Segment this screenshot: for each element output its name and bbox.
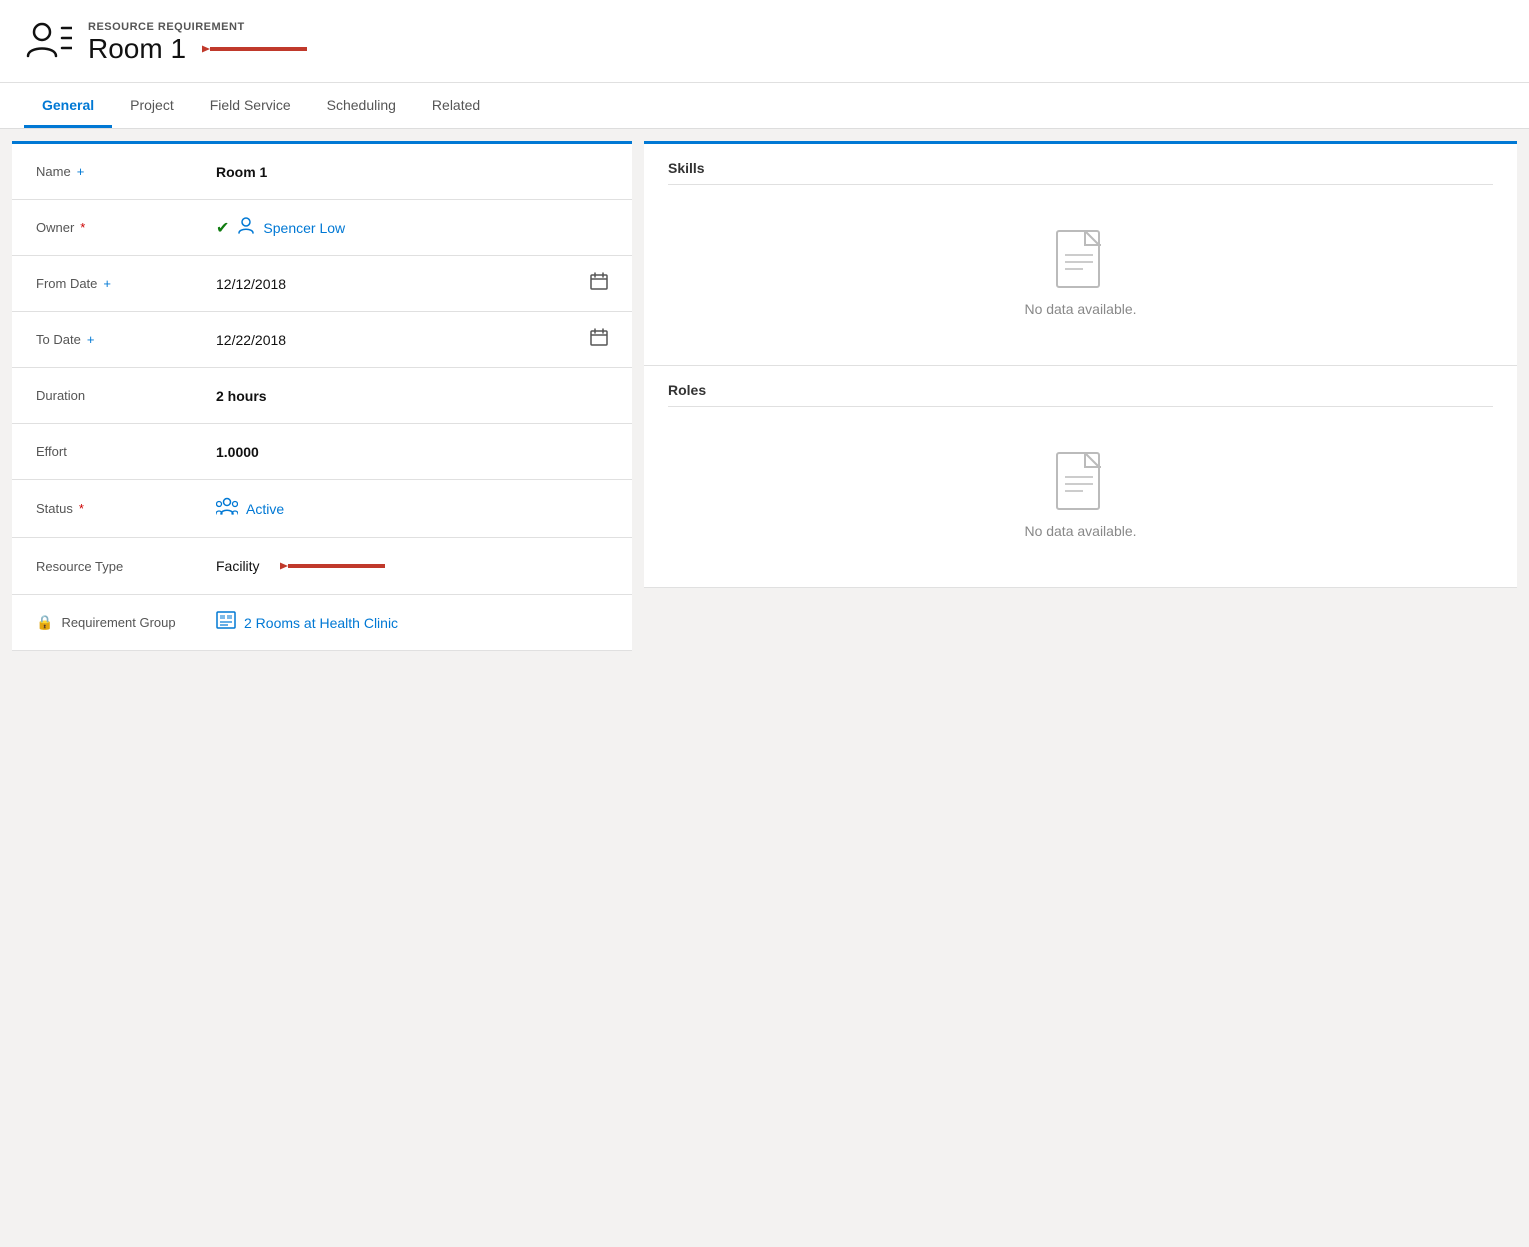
- skills-section: Skills No data available.: [644, 144, 1517, 366]
- right-panel: Skills No data available. Roles: [644, 141, 1517, 588]
- tab-field-service[interactable]: Field Service: [192, 83, 309, 128]
- field-from-date-value: 12/12/2018: [216, 272, 608, 295]
- field-effort-value[interactable]: 1.0000: [216, 444, 608, 460]
- field-name-row: Name + Room 1: [12, 144, 632, 200]
- field-status-value: Active: [216, 496, 608, 521]
- roles-no-data-text: No data available.: [1024, 523, 1136, 539]
- roles-section-title: Roles: [668, 382, 1493, 407]
- owner-verified-icon: ✔: [216, 218, 229, 238]
- field-requirement-group-value: 2 Rooms at Health Clinic: [216, 611, 608, 634]
- skills-no-data: No data available.: [668, 197, 1493, 349]
- header-text-block: RESOURCE REQUIREMENT Room 1: [88, 21, 312, 65]
- header-title-row: Room 1: [88, 33, 312, 65]
- field-effort-label: Effort: [36, 444, 216, 459]
- skills-empty-icon: [1055, 229, 1107, 289]
- from-date-required-indicator: +: [103, 276, 111, 291]
- main-content: Name + Room 1 Owner * ✔ Spencer Low: [0, 129, 1529, 663]
- lock-icon: 🔒: [36, 614, 53, 631]
- owner-person-icon: [237, 216, 255, 239]
- header-subtitle: RESOURCE REQUIREMENT: [88, 21, 312, 33]
- requirement-group-link[interactable]: 2 Rooms at Health Clinic: [244, 615, 398, 631]
- field-duration-label: Duration: [36, 388, 216, 403]
- field-owner-value: ✔ Spencer Low: [216, 216, 608, 239]
- resource-requirement-icon: [24, 16, 72, 70]
- field-requirement-group-row: 🔒 Requirement Group 2 Rooms at Health Cl…: [12, 595, 632, 651]
- title-arrow-annotation: [202, 35, 312, 63]
- field-to-date-row: To Date + 12/22/2018: [12, 312, 632, 368]
- left-form-panel: Name + Room 1 Owner * ✔ Spencer Low: [12, 141, 632, 651]
- tab-related[interactable]: Related: [414, 83, 498, 128]
- owner-link[interactable]: Spencer Low: [263, 220, 345, 236]
- tab-general[interactable]: General: [24, 83, 112, 128]
- name-required-indicator: +: [77, 164, 85, 179]
- skills-no-data-text: No data available.: [1024, 301, 1136, 317]
- tab-bar: General Project Field Service Scheduling…: [0, 83, 1529, 129]
- status-required-indicator: *: [79, 501, 84, 516]
- field-status-row: Status * Active: [12, 480, 632, 538]
- roles-no-data: No data available.: [668, 419, 1493, 571]
- field-effort-row: Effort 1.0000: [12, 424, 632, 480]
- resource-type-arrow-annotation: [280, 554, 390, 578]
- resource-type-text[interactable]: Facility: [216, 558, 260, 574]
- field-duration-value[interactable]: 2 hours: [216, 388, 608, 404]
- status-group-icon: [216, 496, 238, 521]
- status-value-link[interactable]: Active: [246, 501, 284, 517]
- field-from-date-row: From Date + 12/12/2018: [12, 256, 632, 312]
- skills-section-title: Skills: [668, 160, 1493, 185]
- page-title: Room 1: [88, 33, 186, 65]
- owner-required-indicator: *: [80, 220, 85, 235]
- field-name-label: Name +: [36, 164, 216, 179]
- from-date-text[interactable]: 12/12/2018: [216, 276, 286, 292]
- field-owner-label: Owner *: [36, 220, 216, 235]
- field-requirement-group-label: 🔒 Requirement Group: [36, 614, 216, 631]
- field-duration-row: Duration 2 hours: [12, 368, 632, 424]
- field-owner-row: Owner * ✔ Spencer Low: [12, 200, 632, 256]
- tab-scheduling[interactable]: Scheduling: [309, 83, 414, 128]
- roles-empty-icon: [1055, 451, 1107, 511]
- page-header: RESOURCE REQUIREMENT Room 1: [0, 0, 1529, 83]
- field-to-date-label: To Date +: [36, 332, 216, 347]
- to-date-required-indicator: +: [87, 332, 95, 347]
- field-resource-type-value: Facility: [216, 554, 608, 578]
- field-name-value[interactable]: Room 1: [216, 164, 608, 180]
- to-date-calendar-icon[interactable]: [590, 328, 608, 351]
- to-date-text[interactable]: 12/22/2018: [216, 332, 286, 348]
- tab-project[interactable]: Project: [112, 83, 192, 128]
- field-resource-type-row: Resource Type Facility: [12, 538, 632, 595]
- roles-section: Roles No data available.: [644, 366, 1517, 588]
- field-resource-type-label: Resource Type: [36, 559, 216, 574]
- field-status-label: Status *: [36, 501, 216, 516]
- field-to-date-value: 12/22/2018: [216, 328, 608, 351]
- field-from-date-label: From Date +: [36, 276, 216, 291]
- from-date-calendar-icon[interactable]: [590, 272, 608, 295]
- requirement-group-icon: [216, 611, 236, 634]
